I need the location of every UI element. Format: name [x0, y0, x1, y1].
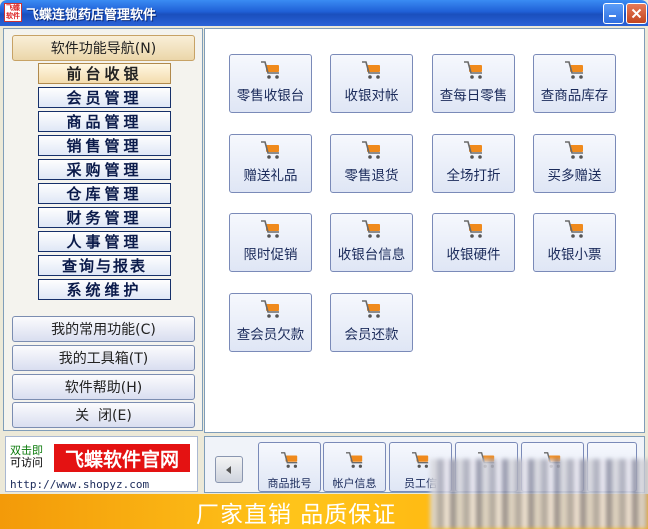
cart-icon: [260, 61, 279, 79]
cart-icon: [463, 61, 482, 79]
cart-icon: [361, 300, 380, 318]
cart-icon: [361, 141, 380, 159]
func-member-repay[interactable]: 会员还款: [330, 293, 413, 352]
func-receipt[interactable]: 收银小票: [533, 213, 616, 272]
menu-item-front-cashier[interactable]: 前台收银: [38, 63, 171, 84]
cart-icon: [345, 452, 362, 468]
func-store-discount[interactable]: 全场打折: [432, 134, 515, 193]
nav-header[interactable]: 软件功能导航(N): [12, 35, 195, 61]
menu-item-query-report[interactable]: 查询与报表: [38, 255, 171, 276]
func-time-promo[interactable]: 限时促销: [229, 213, 312, 272]
window-title: 飞蝶连锁药店管理软件: [26, 8, 157, 23]
func-cashier-reconcile[interactable]: 收银对帐: [330, 54, 413, 113]
func-buy-more-gift[interactable]: 买多赠送: [533, 134, 616, 193]
section-help[interactable]: 软件帮助(H): [12, 374, 195, 400]
toolbar-account-info[interactable]: 帐户信息: [323, 442, 386, 492]
cart-icon: [463, 220, 482, 238]
cart-icon: [280, 452, 297, 468]
func-retail-cashier[interactable]: 零售收银台: [229, 54, 312, 113]
section-toolbox[interactable]: 我的工具箱(T): [12, 345, 195, 371]
func-cashier-hardware[interactable]: 收银硬件: [432, 213, 515, 272]
func-daily-retail[interactable]: 查每日零售: [432, 54, 515, 113]
cart-icon: [260, 141, 279, 159]
navigation-panel: 软件功能导航(N) 前台收银 会员管理 商品管理 销售管理 采购管理 仓库管理 …: [3, 28, 203, 431]
title-bar: 飞蝶软件 飞蝶连锁药店管理软件: [0, 0, 648, 26]
logo-hint: 双击即 可访问: [10, 444, 43, 469]
toolbar-batch-number[interactable]: 商品批号: [258, 442, 321, 492]
cart-icon: [564, 141, 583, 159]
arrow-left-icon: [226, 465, 231, 474]
func-stock-query[interactable]: 查商品库存: [533, 54, 616, 113]
func-member-debt[interactable]: 查会员欠款: [229, 293, 312, 352]
minimize-icon: [609, 15, 616, 17]
menu-item-hr[interactable]: 人事管理: [38, 231, 171, 252]
function-panel: 零售收银台 收银对帐 查每日零售 查商品库存 赠送礼品 零售退货 全场打折 买多…: [204, 28, 645, 433]
cart-icon: [463, 141, 482, 159]
menu-item-sales[interactable]: 销售管理: [38, 135, 171, 156]
scroll-left-button[interactable]: [215, 456, 243, 483]
menu-item-finance[interactable]: 财务管理: [38, 207, 171, 228]
cart-icon: [260, 300, 279, 318]
cart-icon: [564, 61, 583, 79]
cart-icon: [361, 220, 380, 238]
menu-item-member[interactable]: 会员管理: [38, 87, 171, 108]
cart-icon: [260, 220, 279, 238]
cart-icon: [564, 220, 583, 238]
close-button[interactable]: [626, 3, 647, 24]
brand-logo-text: 飞蝶软件官网: [54, 444, 190, 472]
watermark-overlay: [430, 459, 648, 529]
menu-item-purchase[interactable]: 采购管理: [38, 159, 171, 180]
menu-item-product[interactable]: 商品管理: [38, 111, 171, 132]
website-url: http://www.shopyz.com: [10, 478, 150, 491]
close-icon: [631, 8, 642, 19]
cart-icon: [361, 61, 380, 79]
func-retail-return[interactable]: 零售退货: [330, 134, 413, 193]
website-logo-link[interactable]: 双击即 可访问 飞蝶软件官网 http://www.shopyz.com: [5, 436, 198, 492]
menu-item-system[interactable]: 系统维护: [38, 279, 171, 300]
func-cashier-info[interactable]: 收银台信息: [330, 213, 413, 272]
section-favorites[interactable]: 我的常用功能(C): [12, 316, 195, 342]
minimize-button[interactable]: [603, 3, 624, 24]
app-logo-icon: 飞蝶软件: [4, 3, 22, 22]
cart-icon: [411, 452, 428, 468]
section-close[interactable]: 关 闭(E): [12, 402, 195, 428]
menu-item-warehouse[interactable]: 仓库管理: [38, 183, 171, 204]
func-gift[interactable]: 赠送礼品: [229, 134, 312, 193]
banner-text: 厂家直销 品质保证: [196, 501, 397, 528]
